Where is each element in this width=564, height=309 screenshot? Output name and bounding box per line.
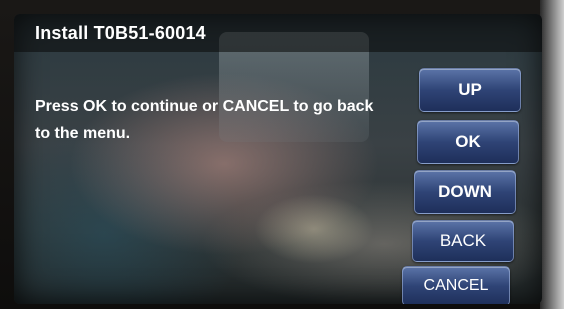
instruction-message: Press OK to continue or CANCEL to go bac… bbox=[35, 98, 374, 142]
screen-reflection-light bbox=[254, 194, 374, 264]
device-frame: Install T0B51-60014 Press OK to continue… bbox=[0, 0, 564, 309]
ok-button[interactable]: OK bbox=[417, 120, 519, 164]
page-title: Install T0B51-60014 bbox=[35, 23, 206, 43]
down-button[interactable]: DOWN bbox=[414, 170, 516, 214]
up-button[interactable]: UP bbox=[419, 68, 521, 112]
cancel-button[interactable]: CANCEL bbox=[402, 266, 510, 304]
touch-screen: Install T0B51-60014 Press OK to continue… bbox=[14, 14, 542, 304]
device-bezel bbox=[540, 0, 564, 309]
back-button[interactable]: BACK bbox=[412, 220, 514, 262]
title-bar: Install T0B51-60014 bbox=[14, 14, 542, 52]
